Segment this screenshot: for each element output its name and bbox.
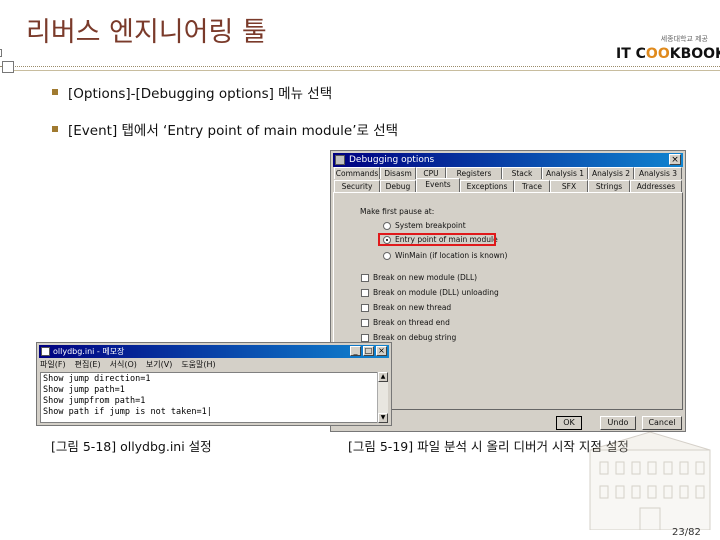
tab-debug[interactable]: Debug <box>380 180 416 192</box>
checkbox-break-new-thread[interactable] <box>361 304 369 312</box>
logo-tagline: 세종대학교 제공 <box>660 35 708 43</box>
figure-caption-left: [그림 5-18] ollydbg.ini 설정 <box>51 439 212 454</box>
close-icon[interactable]: × <box>669 154 681 165</box>
text-line: Show jump direction=1 <box>43 374 151 384</box>
checkbox-break-module-unload[interactable] <box>361 289 369 297</box>
building-watermark-image <box>589 431 711 530</box>
first-pause-label: Make first pause at: <box>360 207 435 216</box>
tab-analysis-3[interactable]: Analysis 3 <box>634 167 682 179</box>
notepad-menubar: 파일(F) 편집(E) 서식(O) 보기(V) 도움말(H) <box>40 359 388 371</box>
notepad-text-area[interactable]: Show jump direction=1 Show jump path=1 S… <box>40 372 378 423</box>
it-cookbook-logo: 세종대학교 제공 IT COOKBOOK <box>612 33 720 65</box>
decorative-square <box>2 61 14 73</box>
notepad-titlebar: ollydbg.ini - 메모장 _ □ × <box>39 345 389 358</box>
dialog-titlebar: Debugging options × <box>333 153 683 167</box>
notepad-icon <box>41 347 50 356</box>
checkbox-label: Break on thread end <box>373 318 450 327</box>
header-divider <box>0 66 720 67</box>
slide-title: 리버스 엔지니어링 툴 <box>26 17 267 48</box>
dialog-title: Debugging options <box>349 155 435 165</box>
text-line: Show jump path=1 <box>43 385 125 395</box>
tab-addresses[interactable]: Addresses <box>630 180 682 192</box>
bullet-text: [Options]-[Debugging options] 메뉴 선택 <box>68 86 333 102</box>
bullet-square-icon <box>52 89 58 95</box>
radio-label: WinMain (if location is known) <box>395 251 508 260</box>
logo-text: OO <box>645 46 670 62</box>
tab-commands[interactable]: Commands <box>334 167 380 179</box>
logo-text: IT C <box>616 46 646 62</box>
bullet-item: [Options]-[Debugging options] 메뉴 선택 <box>52 82 332 102</box>
undo-button[interactable]: Undo <box>600 416 636 430</box>
checkbox-break-debug-string[interactable] <box>361 334 369 342</box>
tab-sfx[interactable]: SFX <box>550 180 588 192</box>
text-line: Show path if jump is not taken=1| <box>43 407 212 417</box>
checkbox-label: Break on module (DLL) unloading <box>373 288 499 297</box>
menu-help[interactable]: 도움말(H) <box>181 360 215 369</box>
maximize-icon[interactable]: □ <box>363 346 374 356</box>
bullet-text: [Event] 탭에서 ‘Entry point of main module’… <box>68 123 399 139</box>
vertical-scrollbar[interactable]: ▲ ▼ <box>377 372 388 423</box>
checkbox-break-thread-end[interactable] <box>361 319 369 327</box>
bullet-square-icon <box>52 126 58 132</box>
radio-system-breakpoint[interactable] <box>383 222 391 230</box>
logo-wordmark: IT COOKBOOK <box>616 46 720 62</box>
text-line: Show jumpfrom path=1 <box>43 396 146 406</box>
radio-label: System breakpoint <box>395 221 466 230</box>
page-number: 23/82 <box>672 527 701 538</box>
tab-analysis-2[interactable]: Analysis 2 <box>588 167 634 179</box>
scroll-down-icon[interactable]: ▼ <box>378 413 388 423</box>
app-icon <box>335 155 345 165</box>
scroll-up-icon[interactable]: ▲ <box>378 372 388 382</box>
bullet-item: [Event] 탭에서 ‘Entry point of main module’… <box>52 119 398 139</box>
tab-strings[interactable]: Strings <box>588 180 630 192</box>
ok-button[interactable]: OK <box>556 416 582 430</box>
tab-trace[interactable]: Trace <box>514 180 550 192</box>
decorative-square <box>0 49 2 57</box>
close-icon[interactable]: × <box>376 346 387 356</box>
menu-format[interactable]: 서식(O) <box>110 360 137 369</box>
radio-winmain[interactable] <box>383 252 391 260</box>
highlight-box <box>378 233 496 246</box>
tab-analysis-1[interactable]: Analysis 1 <box>542 167 588 179</box>
menu-edit[interactable]: 편집(E) <box>75 360 101 369</box>
menu-file[interactable]: 파일(F) <box>40 360 66 369</box>
tab-stack[interactable]: Stack <box>502 167 542 179</box>
checkbox-label: Break on new module (DLL) <box>373 273 478 282</box>
minimize-icon[interactable]: _ <box>350 346 361 356</box>
tab-exceptions[interactable]: Exceptions <box>460 180 514 192</box>
cancel-button[interactable]: Cancel <box>642 416 682 430</box>
checkbox-break-new-module[interactable] <box>361 274 369 282</box>
notepad-title: ollydbg.ini - 메모장 <box>53 347 125 356</box>
tab-disasm[interactable]: Disasm <box>380 167 416 179</box>
menu-view[interactable]: 보기(V) <box>146 360 172 369</box>
checkbox-label: Break on new thread <box>373 303 452 312</box>
tab-events[interactable]: Events <box>416 178 460 192</box>
logo-text: KBOOK <box>669 46 720 62</box>
tab-security[interactable]: Security <box>334 180 380 192</box>
notepad-window: ollydbg.ini - 메모장 _ □ × 파일(F) 편집(E) 서식(O) 보… <box>36 342 392 426</box>
header-divider <box>14 70 720 71</box>
checkbox-label: Break on debug string <box>373 333 457 342</box>
